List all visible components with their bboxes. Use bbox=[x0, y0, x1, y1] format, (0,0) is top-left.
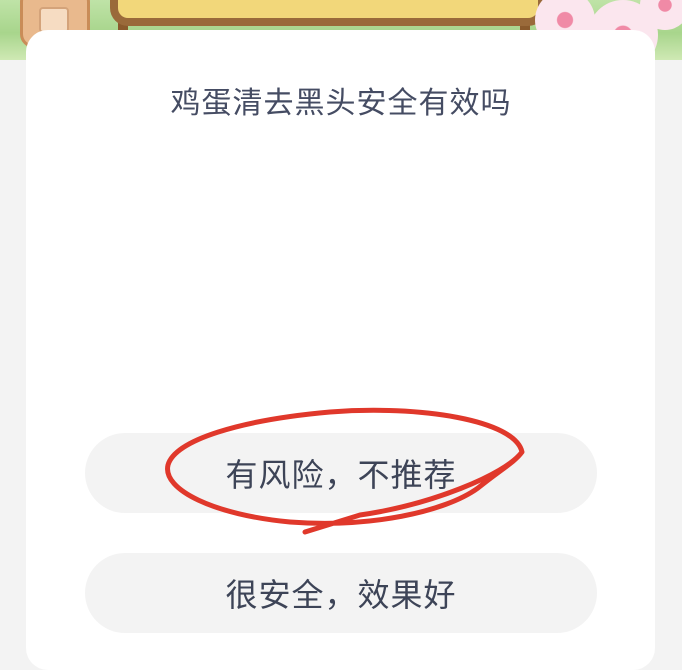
banner-sign bbox=[110, 0, 546, 26]
question-text: 鸡蛋清去黑头安全有效吗 bbox=[170, 86, 512, 121]
answer-option-risky[interactable]: 有风险，不推荐 bbox=[85, 433, 597, 513]
answer-option-safe[interactable]: 很安全，效果好 bbox=[85, 553, 597, 633]
